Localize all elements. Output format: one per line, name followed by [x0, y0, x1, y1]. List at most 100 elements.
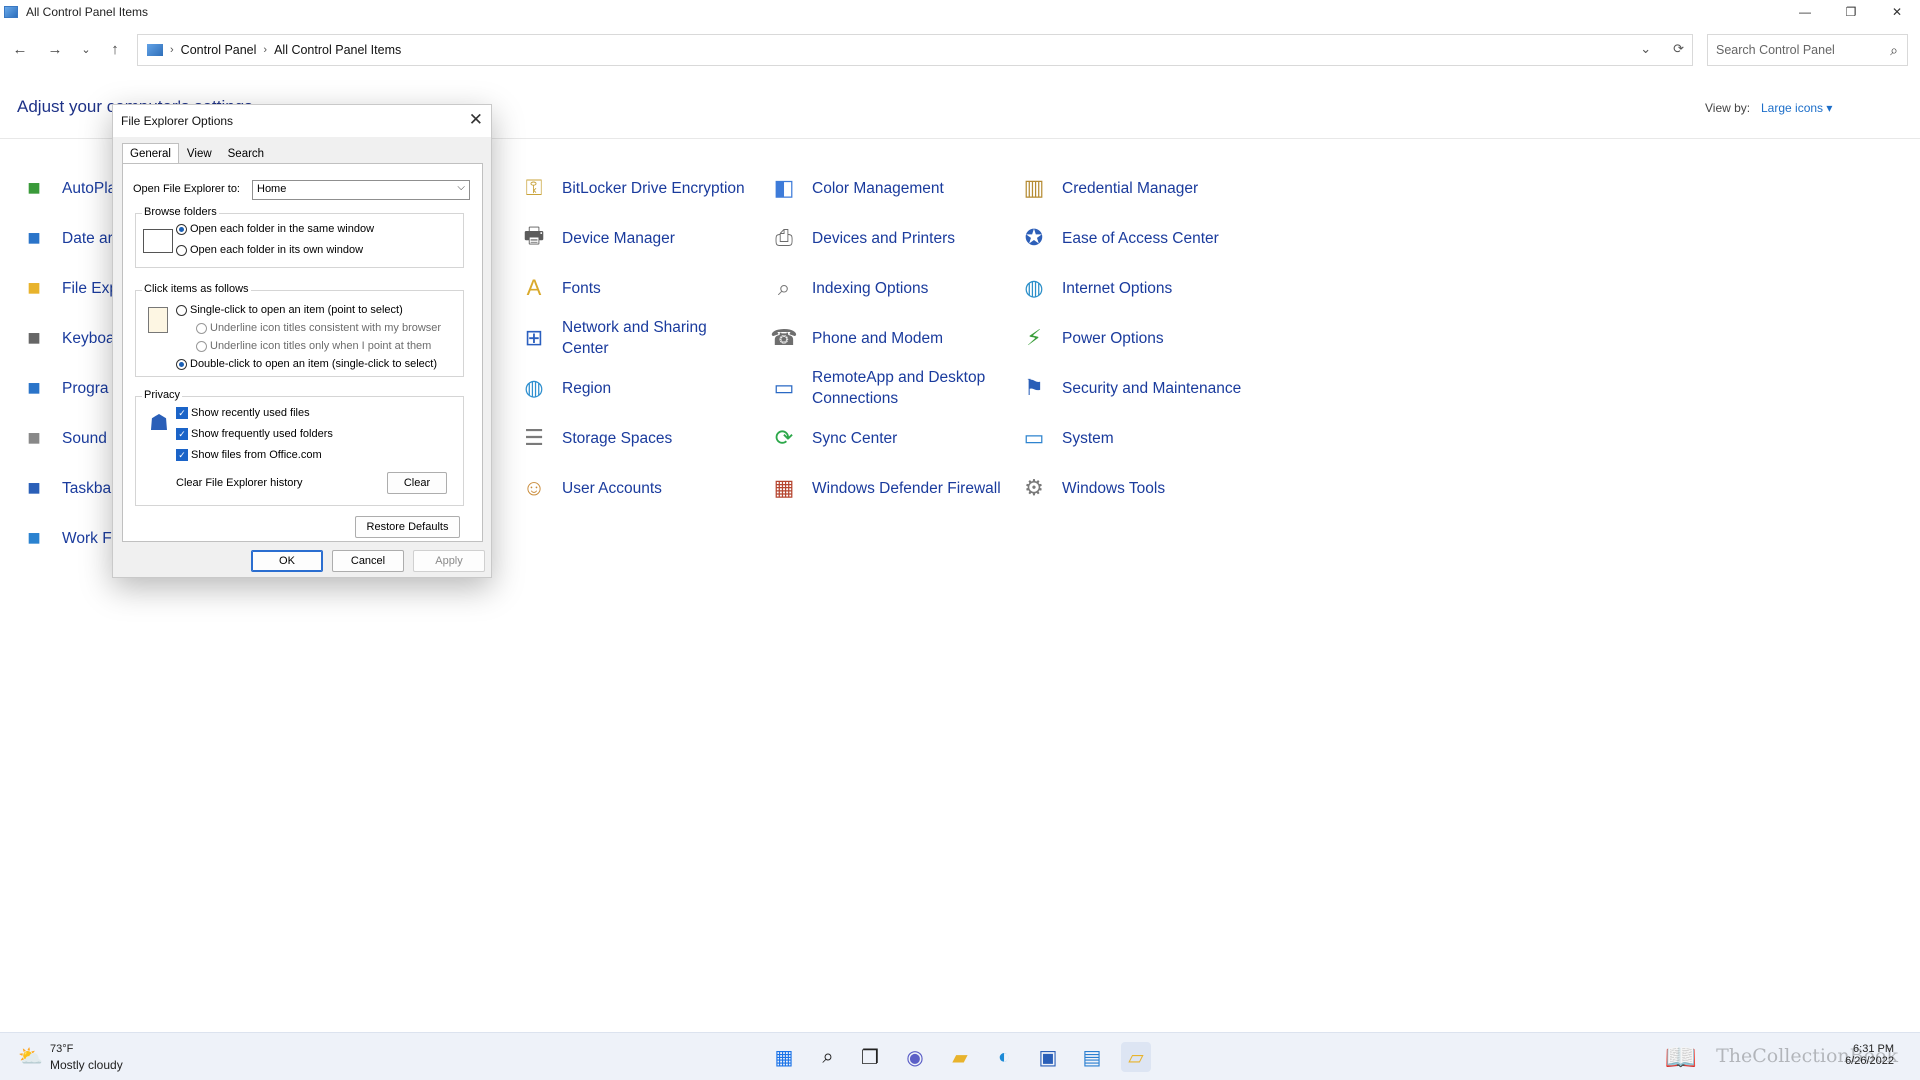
- search-input[interactable]: Search Control Panel ⌕: [1707, 34, 1908, 66]
- control-panel-item[interactable]: ◍ Region: [518, 366, 752, 410]
- own-window-option[interactable]: Open each folder in its own window: [176, 244, 363, 256]
- office-files-option[interactable]: ✓ Show files from Office.com: [176, 449, 322, 461]
- office-files-checkbox[interactable]: ✓: [176, 449, 188, 461]
- control-panel-item-label: Fonts: [562, 279, 601, 297]
- control-panel-item[interactable]: ▥ Credential Manager: [1018, 166, 1252, 210]
- control-panel-item-label: Internet Options: [1062, 279, 1173, 297]
- tab-search[interactable]: Search: [220, 143, 272, 164]
- store-icon[interactable]: ▣: [1033, 1042, 1063, 1072]
- same-window-option[interactable]: Open each folder in the same window: [176, 223, 374, 235]
- control-panel-item[interactable]: 🖶 Device Manager: [518, 216, 752, 260]
- control-panel-item[interactable]: ◧ Color Management: [768, 166, 1002, 210]
- tab-general[interactable]: General: [122, 143, 179, 164]
- control-panel-taskbar-icon[interactable]: ▤: [1077, 1042, 1107, 1072]
- ok-button[interactable]: OK: [251, 550, 323, 572]
- control-panel-item-label: Ease of Access Center: [1062, 229, 1219, 247]
- forward-arrow-icon[interactable]: →: [43, 38, 67, 60]
- start-icon[interactable]: ▦: [769, 1042, 799, 1072]
- control-panel-item-icon: ■: [27, 325, 41, 350]
- users-icon: ☺: [522, 475, 546, 500]
- breadcrumb-all-items[interactable]: All Control Panel Items: [274, 43, 401, 57]
- restore-button[interactable]: ❐: [1828, 0, 1874, 24]
- vault-icon: ▥: [1023, 175, 1045, 200]
- task-view-icon[interactable]: ❐: [855, 1042, 885, 1072]
- cancel-button[interactable]: Cancel: [332, 550, 404, 572]
- control-panel-item[interactable]: ▦ Windows Defender Firewall: [768, 466, 1002, 510]
- edge-icon[interactable]: ◐: [989, 1042, 1019, 1072]
- region-icon: ◍: [524, 375, 544, 400]
- control-panel-item[interactable]: ⌕ Indexing Options: [768, 266, 1002, 310]
- search-placeholder: Search Control Panel: [1716, 43, 1835, 57]
- search-taskbar-icon[interactable]: ⌕: [813, 1042, 843, 1072]
- gears-icon: ⚙: [1024, 475, 1044, 500]
- control-panel-item[interactable]: ▭ System: [1018, 416, 1252, 460]
- clear-history-button[interactable]: Clear: [387, 472, 447, 494]
- control-panel-item[interactable]: ☎ Phone and Modem: [768, 316, 1002, 360]
- control-panel-item[interactable]: ☺ User Accounts: [518, 466, 752, 510]
- same-window-radio[interactable]: [176, 223, 187, 235]
- chat-icon[interactable]: ◉: [900, 1042, 930, 1072]
- own-window-label: Open each folder in its own window: [190, 244, 364, 256]
- control-panel-item[interactable]: ⎙ Devices and Printers: [768, 216, 1002, 260]
- recent-files-label: Show recently used files: [191, 407, 310, 419]
- control-panel-item-label: Indexing Options: [812, 279, 929, 297]
- control-panel-item-label: Device Manager: [562, 229, 675, 247]
- breadcrumb-control-panel[interactable]: Control Panel: [181, 43, 257, 57]
- control-panel-item[interactable]: ⊞ Network and Sharing Center: [518, 316, 752, 360]
- underline-point-radio: [196, 340, 207, 352]
- minimize-button[interactable]: —: [1782, 0, 1828, 24]
- control-panel-item-label: Storage Spaces: [562, 429, 673, 447]
- color-management-icon: ◧: [773, 175, 795, 200]
- control-panel-item[interactable]: ⟳ Sync Center: [768, 416, 1002, 460]
- underline-point-label: Underline icon titles only when I point …: [210, 340, 432, 352]
- control-panel-item[interactable]: ⚡ Power Options: [1018, 316, 1252, 360]
- search-icon[interactable]: ⌕: [1890, 42, 1898, 59]
- frequent-folders-label: Show frequently used folders: [191, 428, 333, 440]
- double-click-option[interactable]: Double-click to open an item (single-cli…: [176, 358, 437, 370]
- dialog-close-icon[interactable]: ✕: [469, 110, 483, 130]
- control-panel-item[interactable]: ◍ Internet Options: [1018, 266, 1252, 310]
- weather-widget[interactable]: ⛅ 73°F Mostly cloudy: [18, 1043, 123, 1072]
- control-panel-item[interactable]: ⚿ BitLocker Drive Encryption: [518, 166, 752, 210]
- control-panel-item[interactable]: ✪ Ease of Access Center: [1018, 216, 1252, 260]
- ease-of-access-icon: ✪: [1024, 225, 1044, 250]
- firewall-icon: ▦: [773, 475, 795, 500]
- single-click-radio[interactable]: [176, 304, 187, 316]
- back-arrow-icon[interactable]: ←: [8, 38, 32, 60]
- control-panel-item[interactable]: A Fonts: [518, 266, 752, 310]
- control-panel-item[interactable]: ⚑ Security and Maintenance: [1018, 366, 1252, 410]
- tab-view[interactable]: View: [179, 143, 220, 164]
- clear-history-label: Clear File Explorer history: [176, 477, 303, 489]
- control-panel-item[interactable]: ▭ RemoteApp and Desktop Connections: [768, 366, 1002, 410]
- control-panel-item-icon: ■: [27, 275, 41, 300]
- file-explorer-options-taskbar-icon[interactable]: ▱: [1121, 1042, 1151, 1072]
- clock[interactable]: 6:31 PM 6/26/2022: [1845, 1043, 1894, 1067]
- single-click-option[interactable]: Single-click to open an item (point to s…: [176, 304, 403, 316]
- address-history-chevron-icon[interactable]: ⌄: [1640, 41, 1651, 57]
- control-panel-item-icon: ■: [27, 425, 41, 450]
- open-to-value: Home: [257, 183, 287, 195]
- frequent-folders-option[interactable]: ✓ Show frequently used folders: [176, 428, 333, 440]
- double-click-radio[interactable]: [176, 358, 187, 370]
- up-arrow-icon[interactable]: ↑: [103, 38, 127, 60]
- frequent-folders-checkbox[interactable]: ✓: [176, 428, 188, 440]
- restore-defaults-button[interactable]: Restore Defaults: [355, 516, 460, 538]
- underline-browser-option: Underline icon titles consistent with my…: [196, 322, 441, 334]
- close-window-button[interactable]: ✕: [1874, 0, 1920, 24]
- control-panel-item[interactable]: ☰ Storage Spaces: [518, 416, 752, 460]
- clock-time: 6:31 PM: [1853, 1043, 1894, 1055]
- open-to-dropdown[interactable]: Home ⌵: [252, 180, 470, 200]
- control-panel-item-label: Sync Center: [812, 429, 898, 447]
- recent-files-option[interactable]: ✓ Show recently used files: [176, 407, 310, 419]
- control-panel-item[interactable]: ⚙ Windows Tools: [1018, 466, 1252, 510]
- own-window-radio[interactable]: [176, 244, 187, 256]
- file-explorer-taskbar-icon[interactable]: ▰: [945, 1042, 975, 1072]
- recent-files-checkbox[interactable]: ✓: [176, 407, 188, 419]
- weather-cloud-icon: ⛅: [18, 1046, 43, 1068]
- recent-locations-chevron-icon[interactable]: ⌄: [74, 38, 98, 60]
- address-bar[interactable]: › Control Panel › All Control Panel Item…: [137, 34, 1693, 66]
- apply-button: Apply: [413, 550, 485, 572]
- refresh-icon[interactable]: ⟳: [1673, 41, 1684, 57]
- taskbar: ⛅ 73°F Mostly cloudy ▦ ⌕ ❐ ◉ ▰ ◐ ▣ ▤ ▱ 📖…: [0, 1032, 1920, 1080]
- view-by-dropdown[interactable]: Large icons ▾: [1761, 101, 1832, 115]
